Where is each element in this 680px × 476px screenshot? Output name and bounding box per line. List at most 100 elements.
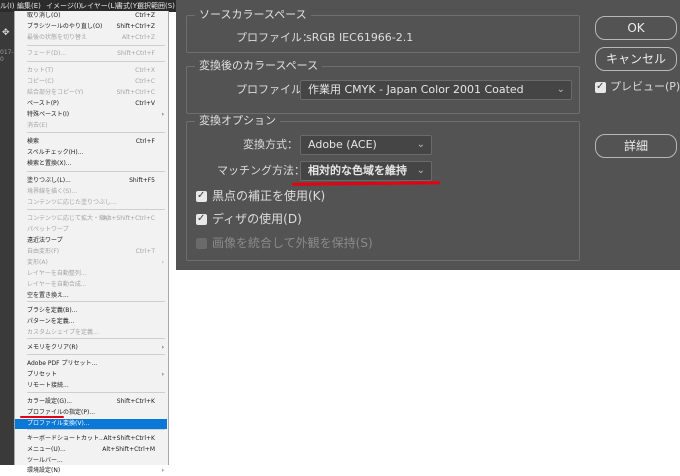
menu-item-label: 最後の状態を切り替え xyxy=(27,34,88,41)
submenu-arrow-icon: › xyxy=(161,344,164,351)
edit-menu-item[interactable]: ブラシツールのやり直し(O) Shift+Ctrl+Z xyxy=(15,22,167,32)
conversion-options-legend: 変換オプション xyxy=(199,114,276,127)
menu-item-shortcut: Ctrl+C xyxy=(135,78,155,85)
edit-menu-item[interactable]: コンテンツに応じて拡大・縮小 Alt+Shift+Ctrl+C xyxy=(15,214,167,224)
menu-item-label: ブラシツールのやり直し(O) xyxy=(27,23,103,30)
edit-menu-item[interactable]: カラー設定(G)... Shift+Ctrl+K xyxy=(15,397,167,407)
menubar-item-select[interactable]: 選択範囲(S) xyxy=(137,1,175,11)
menu-item-label: カラー設定(G)... xyxy=(27,398,73,405)
menu-item-label: 遠近法ワープ xyxy=(27,237,63,244)
edit-menu-item[interactable]: 変形(A) › xyxy=(15,258,167,268)
edit-menu-item[interactable]: 空を置き換え... xyxy=(15,291,167,301)
menu-item-shortcut: Shift+Ctrl+C xyxy=(116,89,155,96)
menu-item-label: コンテンツに応じて拡大・縮小 xyxy=(27,215,112,222)
source-profile-label: プロファイル： xyxy=(236,31,313,44)
preview-checkbox[interactable]: ✓ xyxy=(595,81,606,93)
tool-strip: ✥ 017-0 xyxy=(0,12,14,465)
intent-label: マッチング方法： xyxy=(217,164,305,177)
menu-item-label: メニュー(U)... xyxy=(27,446,66,453)
menu-item-label: コンテンツに応じた塗りつぶし... xyxy=(27,199,117,206)
source-profile-value: sRGB IEC61966-2.1 xyxy=(306,31,414,44)
edit-menu-item[interactable]: リモート接続... xyxy=(15,381,167,391)
menu-separator xyxy=(27,171,165,172)
menu-item-label: キーボードショートカット... xyxy=(27,435,105,442)
edit-menu-item[interactable]: 検索 Ctrl+F xyxy=(15,137,167,147)
edit-menu-item[interactable]: 検索と置換(X)... xyxy=(15,159,167,169)
submenu-arrow-icon: › xyxy=(161,467,164,474)
edit-menu-item[interactable]: カット(T) Ctrl+X xyxy=(15,66,167,76)
menu-item-label: カット(T) xyxy=(27,67,54,74)
menu-separator xyxy=(27,45,165,46)
edit-menu-item[interactable]: 取り消し(O) Ctrl+Z xyxy=(15,11,167,21)
edit-menu-item[interactable]: 最後の状態を切り替え Alt+Ctrl+Z xyxy=(15,33,167,43)
menu-separator xyxy=(27,354,165,355)
chevron-down-icon: ⌄ xyxy=(556,84,565,95)
intent-dropdown[interactable]: 相対的な色域を維持 ⌄ xyxy=(300,161,432,181)
edit-menu-item[interactable]: スペルチェック(H)... xyxy=(15,148,167,158)
source-space-legend: ソースカラースペース xyxy=(199,8,307,21)
ok-button[interactable]: OK xyxy=(595,16,677,40)
edit-menu-item[interactable]: Adobe PDF プリセット... xyxy=(15,359,167,369)
edit-menu-item[interactable]: メニュー(U)... Alt+Shift+Ctrl+M xyxy=(15,445,167,455)
edit-menu-item[interactable]: 環境設定(N) › xyxy=(15,466,167,476)
check-icon: ✓ xyxy=(197,190,206,201)
menu-item-label: フェード(D)... xyxy=(27,50,67,57)
edit-menu-item[interactable]: 特殊ペースト(I) › xyxy=(15,110,167,120)
menu-separator xyxy=(27,429,165,430)
edit-menu-item[interactable]: 遠近法ワープ xyxy=(15,236,167,246)
menu-item-shortcut: Shift+F5 xyxy=(129,177,155,184)
menubar-item-layer[interactable]: レイヤー(L) xyxy=(80,1,117,11)
menu-item-label: 空を置き換え... xyxy=(27,292,69,299)
edit-menu-item[interactable]: ブラシを定義(B)... xyxy=(15,306,167,316)
edit-menu-item[interactable]: プリセット › xyxy=(15,370,167,380)
cancel-button[interactable]: キャンセル xyxy=(595,47,677,71)
edit-menu-item[interactable]: 塗りつぶし(L)... Shift+F5 xyxy=(15,176,167,186)
edit-menu-item[interactable]: レイヤーを自動合成... xyxy=(15,280,167,290)
menu-item-label: プロファイル変換(V)... xyxy=(27,420,90,427)
edit-menu-item[interactable]: パターンを定義... xyxy=(15,317,167,327)
preview-label[interactable]: プレビュー(P) xyxy=(610,80,680,94)
edit-menu-item[interactable]: レイヤーを自動整列... xyxy=(15,269,167,279)
menu-item-label: 検索と置換(X)... xyxy=(27,160,72,167)
chevron-down-icon: ⌄ xyxy=(416,139,425,150)
edit-menu-item[interactable]: 自由変形(F) Ctrl+T xyxy=(15,247,167,257)
edit-menu-item[interactable]: メモリをクリア(R) › xyxy=(15,343,167,353)
edit-menu-item[interactable]: フェード(D)... Shift+Ctrl+F xyxy=(15,49,167,59)
menu-separator xyxy=(27,209,165,210)
menu-item-label: 検索 xyxy=(27,138,40,145)
menu-item-label: コピー(C) xyxy=(27,78,54,85)
edit-menu-item[interactable]: コンテンツに応じた塗りつぶし... xyxy=(15,198,167,208)
menu-item-shortcut: Alt+Shift+Ctrl+M xyxy=(102,446,155,453)
move-tool-icon[interactable]: ✥ xyxy=(2,28,10,38)
advanced-button[interactable]: 詳細 xyxy=(595,134,677,158)
menu-item-label: パターンを定義... xyxy=(27,318,75,325)
flatten-label: 画像を統合して外観を保持(S) xyxy=(212,236,373,250)
edit-menu-item[interactable]: キーボードショートカット... Alt+Shift+Ctrl+K xyxy=(15,434,167,444)
black-point-checkbox[interactable]: ✓ xyxy=(196,190,207,202)
edit-menu-item[interactable]: ペースト(P) Ctrl+V xyxy=(15,99,167,109)
intent-value: 相対的な色域を維持 xyxy=(308,164,407,177)
menu-item-shortcut: Ctrl+V xyxy=(135,100,155,107)
menu-item-label: カスタムシェイプを定義... xyxy=(27,329,99,336)
menubar-item-edit[interactable]: 編集(E) xyxy=(17,1,41,11)
edit-menu: 取り消し(O) Ctrl+Z ブラシツールのやり直し(O) Shift+Ctrl+Z 最… xyxy=(14,11,169,474)
menubar-item-image[interactable]: イメージ(I) xyxy=(46,1,81,11)
menu-item-label: 取り消し(O) xyxy=(27,12,61,19)
engine-dropdown[interactable]: Adobe (ACE) ⌄ xyxy=(300,135,432,155)
edit-menu-item[interactable]: パペットワープ xyxy=(15,225,167,235)
menubar-item-filter[interactable]: ル(I) xyxy=(0,1,15,11)
destination-profile-dropdown[interactable]: 作業用 CMYK - Japan Color 2001 Coated ⌄ xyxy=(300,80,572,100)
edit-menu-item[interactable]: プロファイル変換(V)... xyxy=(15,419,167,429)
menu-item-label: 塗りつぶし(L)... xyxy=(27,177,71,184)
check-icon: ✓ xyxy=(197,213,206,224)
menu-item-label: メモリをクリア(R) xyxy=(27,344,78,351)
edit-menu-item[interactable]: 結合部分をコピー(Y) Shift+Ctrl+C xyxy=(15,88,167,98)
edit-menu-item[interactable]: 境界線を描く(S)... xyxy=(15,187,167,197)
edit-menu-item[interactable]: カスタムシェイプを定義... xyxy=(15,328,167,338)
flatten-checkbox[interactable] xyxy=(196,238,207,249)
dither-checkbox[interactable]: ✓ xyxy=(196,213,207,225)
edit-menu-item[interactable]: 消去(E) xyxy=(15,121,167,131)
edit-menu-item[interactable]: コピー(C) Ctrl+C xyxy=(15,77,167,87)
document-tab[interactable]: 017-0 xyxy=(0,49,14,63)
menu-item-label: 環境設定(N) xyxy=(27,467,61,474)
